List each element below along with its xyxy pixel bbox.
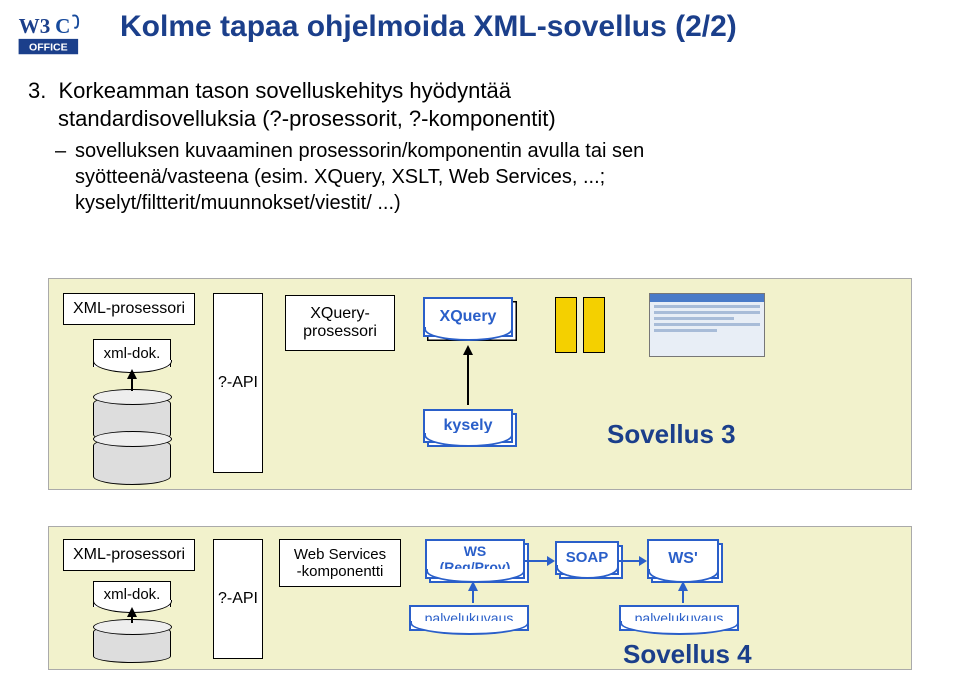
section-line1: Korkeamman tason sovelluskehitys hyödynt… [58,78,510,103]
arrow-right-icon [525,555,555,567]
sub-bullet-2: syötteenä/vasteena (esim. XQuery, XSLT, … [75,166,930,189]
kysely-note: kysely [423,409,513,443]
page-title: Kolme tapaa ohjelmoida XML-sovellus (2/2… [120,10,737,44]
section-heading: 3. Korkeamman tason sovelluskehitys hyöd… [28,78,930,104]
ws-component-box: Web Services -komponentti [279,539,401,587]
xquery-note: XQuery [423,297,513,337]
api-box: ?-API [213,293,263,473]
screenshot-thumbnail [649,293,765,357]
w3c-office-logo: W3 C OFFICE [18,12,96,60]
xquery-processor-box: XQuery- prosessori [285,295,395,351]
sovellus3-label: Sovellus 3 [607,419,736,450]
sub-bullet-1: sovelluksen kuvaaminen prosessorin/kompo… [75,140,930,163]
database-icon [93,437,171,485]
yellow-bar-icon [583,297,605,353]
sub-bullet-3: kyselyt/filtterit/muunnokset/viestit/ ..… [75,192,930,215]
section-line2: standardisovelluksia (?-prosessorit, ?-k… [58,106,930,132]
api-box: ?-API [213,539,263,659]
arrow-right-icon [619,555,647,567]
svg-text:W3: W3 [19,14,51,38]
ws-prime-note: WS' [647,539,719,579]
svg-text:C: C [55,14,70,38]
diagram-panel-sovellus3: XML-prosessori xml-dok. ?-API XQuery- pr… [48,278,912,490]
ws-note: WS (Req/Prov) [425,539,525,579]
xml-processor-box: XML-prosessori [63,539,195,571]
bullet-dash: – [55,140,66,163]
section-number: 3. [28,78,46,103]
database-icon [93,625,171,663]
yellow-bar-icon [555,297,577,353]
xml-processor-box: XML-prosessori [63,293,195,325]
xml-dok-note: xml-dok. [93,581,171,607]
sovellus4-label: Sovellus 4 [623,639,752,670]
palvelukuvaus-note-2: palvelukuvaus [619,605,739,631]
palvelukuvaus-note-1: palvelukuvaus [409,605,529,631]
svg-text:OFFICE: OFFICE [29,41,68,53]
diagram-panel-sovellus4: XML-prosessori xml-dok. ?-API Web Servic… [48,526,912,670]
xml-dok-note: xml-dok. [93,339,171,367]
soap-note: SOAP [555,541,619,575]
